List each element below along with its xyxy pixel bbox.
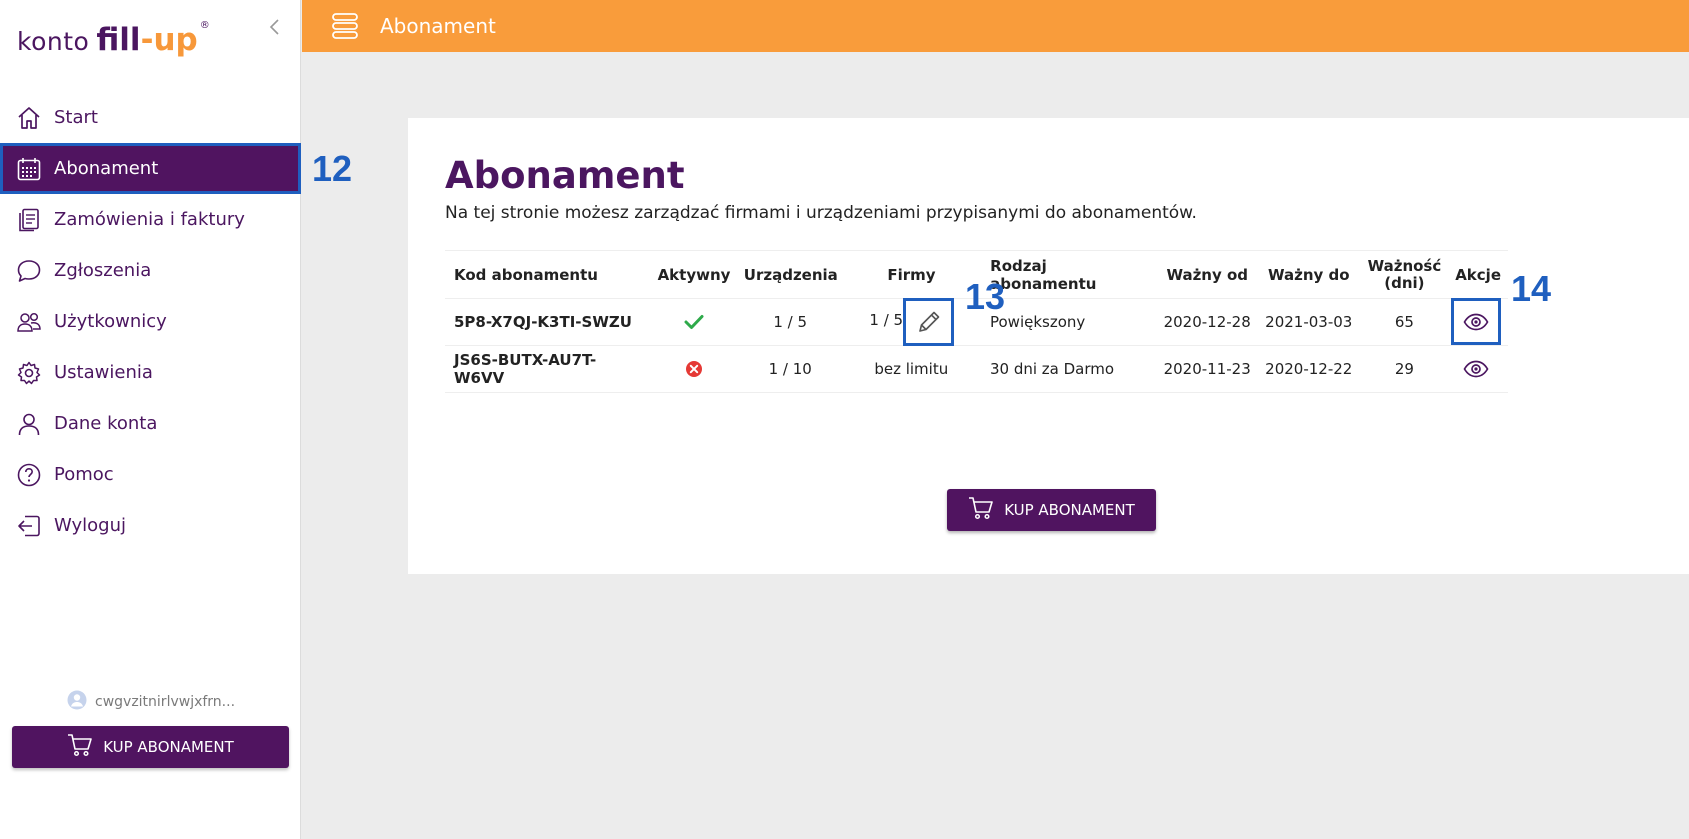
col-active: Aktywny <box>657 265 731 284</box>
col-code: Kod abonamentu <box>454 265 598 284</box>
cell-validity: 65 <box>1394 312 1414 331</box>
col-valid-to: Ważny do <box>1268 265 1350 284</box>
current-user[interactable]: cwgvzitnirlvwjxfrn... <box>67 690 235 714</box>
sidebar-item-start[interactable]: Start <box>0 92 301 143</box>
col-validity: Ważność (dni) <box>1361 256 1449 292</box>
sidebar-item-abonament[interactable]: Abonament <box>0 143 301 194</box>
buy-subscription-label: KUP ABONAMENT <box>1004 501 1135 519</box>
annotation-14: 14 <box>1511 268 1552 309</box>
calendar-icon <box>15 155 43 183</box>
eye-icon <box>1463 313 1489 330</box>
cell-code: JS6S-BUTX-AU7T-W6VV <box>454 351 597 387</box>
sidebar-item-settings[interactable]: Ustawienia <box>0 347 301 398</box>
chevron-left-icon <box>269 19 279 35</box>
col-companies: Firmy <box>887 265 936 284</box>
col-devices: Urządzenia <box>743 265 838 284</box>
sidebar-item-help[interactable]: Pomoc <box>0 449 301 500</box>
annotation-12: 12 <box>312 148 353 189</box>
pencil-icon <box>918 311 939 332</box>
cell-code: 5P8-X7QJ-K3TI-SWZU <box>454 313 632 331</box>
buy-subscription-button[interactable]: KUP ABONAMENT <box>947 489 1156 531</box>
cell-valid-from: 2020-12-28 <box>1163 313 1251 331</box>
sidebar-item-label: Pomoc <box>54 464 114 485</box>
cell-active <box>644 314 744 330</box>
cart-icon <box>968 496 994 524</box>
col-valid-from: Ważny od <box>1166 265 1249 284</box>
subscriptions-table: Kod abonamentu Aktywny Urządzenia Firmy … <box>445 250 1508 393</box>
documents-icon <box>15 206 43 234</box>
error-x-icon <box>686 361 703 377</box>
chat-bubble-icon <box>15 257 43 285</box>
cell-valid-to: 2021-03-03 <box>1265 313 1353 331</box>
cart-icon <box>67 733 93 761</box>
sidebar-item-users[interactable]: Użytkownicy <box>0 296 301 347</box>
sidebar-item-label: Dane konta <box>54 413 158 434</box>
cell-valid-to: 2020-12-22 <box>1265 360 1353 378</box>
user-icon <box>15 410 43 438</box>
users-icon <box>15 308 43 336</box>
logo-registered: ® <box>199 20 210 31</box>
collapse-sidebar-button[interactable] <box>264 16 286 38</box>
user-avatar-icon <box>67 690 87 714</box>
sidebar-item-logout[interactable]: Wyloguj <box>0 500 301 551</box>
view-subscription-button[interactable] <box>1451 298 1501 345</box>
sidebar-buy-subscription-button[interactable]: KUP ABONAMENT <box>12 726 289 768</box>
cell-valid-from: 2020-11-23 <box>1163 360 1251 378</box>
user-name: cwgvzitnirlvwjxfrn... <box>95 694 236 710</box>
view-subscription-button[interactable] <box>1461 357 1491 381</box>
table-row: JS6S-BUTX-AU7T-W6VV 1 / 10 bez limitu 30… <box>445 346 1508 393</box>
sidebar-item-label: Abonament <box>54 158 159 179</box>
col-validity-line2: (dni) <box>1384 273 1425 292</box>
cell-devices: 1 / 10 <box>768 360 812 378</box>
help-icon <box>15 461 43 489</box>
sidebar-nav: Start Abonament Zamówienia i faktury Zgł… <box>0 92 301 551</box>
check-icon <box>684 315 704 329</box>
sidebar-buy-label: KUP ABONAMENT <box>103 738 234 756</box>
sidebar-item-tickets[interactable]: Zgłoszenia <box>0 245 301 296</box>
logo-konto: konto <box>17 27 90 56</box>
cell-validity: 29 <box>1394 359 1414 378</box>
annotation-13: 13 <box>965 276 1006 317</box>
sidebar-item-account-data[interactable]: Dane konta <box>0 398 301 449</box>
eye-icon <box>1463 360 1489 378</box>
sidebar-item-label: Ustawienia <box>54 362 153 383</box>
cell-companies: bez limitu <box>874 360 949 378</box>
top-bar: Abonament <box>302 0 1689 52</box>
cell-devices: 1 / 5 <box>773 313 808 331</box>
home-icon <box>15 104 43 132</box>
page-description: Na tej stronie możesz zarządzać firmami … <box>445 203 1197 223</box>
sidebar: konto fill - up ® Start Abonament Zamówi… <box>0 0 301 839</box>
cell-type: Powiększony <box>989 313 1086 331</box>
menu-toggle-button[interactable] <box>330 11 360 41</box>
edit-companies-button[interactable] <box>903 298 954 346</box>
sidebar-item-orders-invoices[interactable]: Zamówienia i faktury <box>0 194 301 245</box>
cell-active <box>644 360 744 378</box>
sidebar-item-label: Użytkownicy <box>54 311 167 332</box>
col-validity-line1: Ważność <box>1367 256 1442 275</box>
logout-icon <box>15 512 43 540</box>
gear-icon <box>15 359 43 387</box>
logo-fill: fill <box>96 22 141 58</box>
logo-dash: - <box>140 22 154 58</box>
menu-stack-icon <box>332 13 358 39</box>
sidebar-item-label: Zgłoszenia <box>54 260 152 281</box>
logo-up: up <box>153 22 198 58</box>
sidebar-item-label: Start <box>54 107 98 128</box>
cell-type: 30 dni za Darmo <box>989 360 1115 378</box>
col-actions: Akcje <box>1455 265 1501 284</box>
cell-companies-value: 1 / 5 <box>869 311 904 329</box>
header-title: Abonament <box>380 14 496 38</box>
sidebar-item-label: Wyloguj <box>54 515 126 536</box>
logo: konto fill - up ® <box>17 20 210 66</box>
page-title: Abonament <box>445 154 685 197</box>
sidebar-item-label: Zamówienia i faktury <box>54 209 245 230</box>
col-type: Rodzaj abonamentu <box>990 256 1097 293</box>
